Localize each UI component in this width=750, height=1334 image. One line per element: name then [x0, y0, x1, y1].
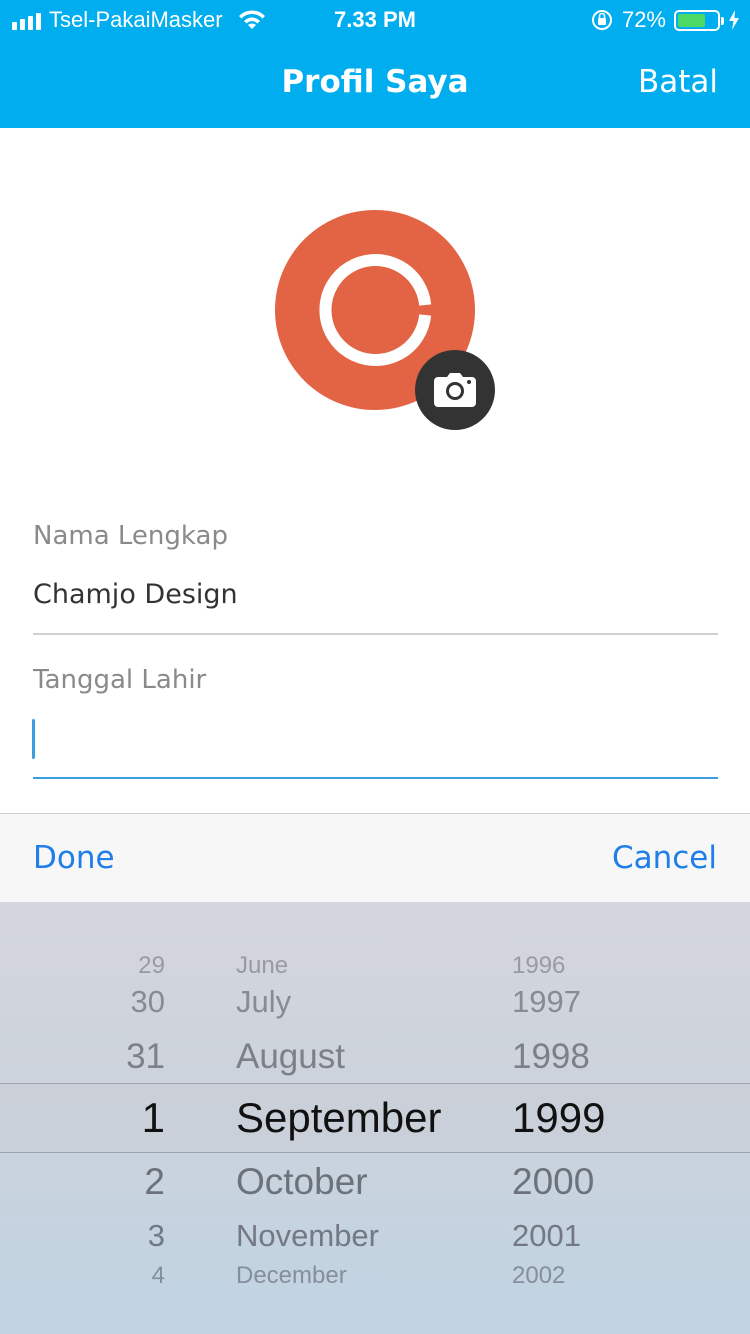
batal-button[interactable]: Batal — [638, 64, 718, 100]
picker-year-selected[interactable]: 1999 — [512, 1094, 605, 1142]
cancel-button[interactable]: Cancel — [612, 840, 717, 876]
picker-month-option[interactable]: November — [236, 1218, 379, 1254]
picker-year-option[interactable]: 1996 — [512, 952, 565, 980]
picker-day-option[interactable]: 4 — [152, 1262, 165, 1290]
status-right: 72% — [590, 7, 740, 33]
battery-icon — [674, 9, 724, 31]
picker-year-option[interactable]: 1998 — [512, 1037, 590, 1077]
name-field[interactable]: Chamjo Design — [33, 579, 238, 610]
nav-bar: Profil Saya Batal — [0, 40, 750, 128]
picker-year-option[interactable]: 2002 — [512, 1262, 565, 1290]
picker-month-selected[interactable]: September — [236, 1094, 441, 1142]
picker-day-option[interactable]: 2 — [144, 1161, 165, 1203]
battery-percent: 72% — [621, 7, 666, 32]
picker-day-option[interactable]: 29 — [138, 952, 165, 980]
change-photo-button[interactable] — [415, 350, 495, 430]
date-picker[interactable]: 29 30 31 1 2 3 4 June July August September October… — [0, 902, 750, 1334]
picker-year-option[interactable]: 1997 — [512, 984, 581, 1020]
picker-year-option[interactable]: 2000 — [512, 1161, 594, 1203]
picker-day-option[interactable]: 31 — [126, 1037, 165, 1077]
picker-day-option[interactable]: 3 — [148, 1218, 165, 1254]
picker-day-option[interactable]: 30 — [131, 984, 165, 1020]
camera-icon — [434, 373, 476, 407]
name-divider — [33, 633, 718, 635]
picker-month-option[interactable]: June — [236, 952, 288, 980]
dob-divider — [33, 777, 718, 779]
picker-month-option[interactable]: July — [236, 984, 291, 1020]
picker-month-option[interactable]: October — [236, 1161, 368, 1203]
status-bar: Tsel-PakaiMasker 7.33 PM 72% — [0, 0, 750, 40]
picker-month-option[interactable]: December — [236, 1262, 347, 1290]
name-label: Nama Lengkap — [33, 521, 228, 551]
done-button[interactable]: Done — [33, 840, 115, 876]
charging-icon — [729, 10, 739, 30]
battery-fill — [678, 13, 706, 27]
picker-day-selected[interactable]: 1 — [142, 1094, 165, 1142]
text-cursor — [32, 719, 35, 759]
picker-year-option[interactable]: 2001 — [512, 1218, 581, 1254]
dob-label: Tanggal Lahir — [33, 665, 207, 695]
picker-month-option[interactable]: August — [236, 1037, 345, 1077]
picker-toolbar: Done Cancel — [0, 813, 750, 902]
orientation-lock-icon — [591, 10, 612, 30]
